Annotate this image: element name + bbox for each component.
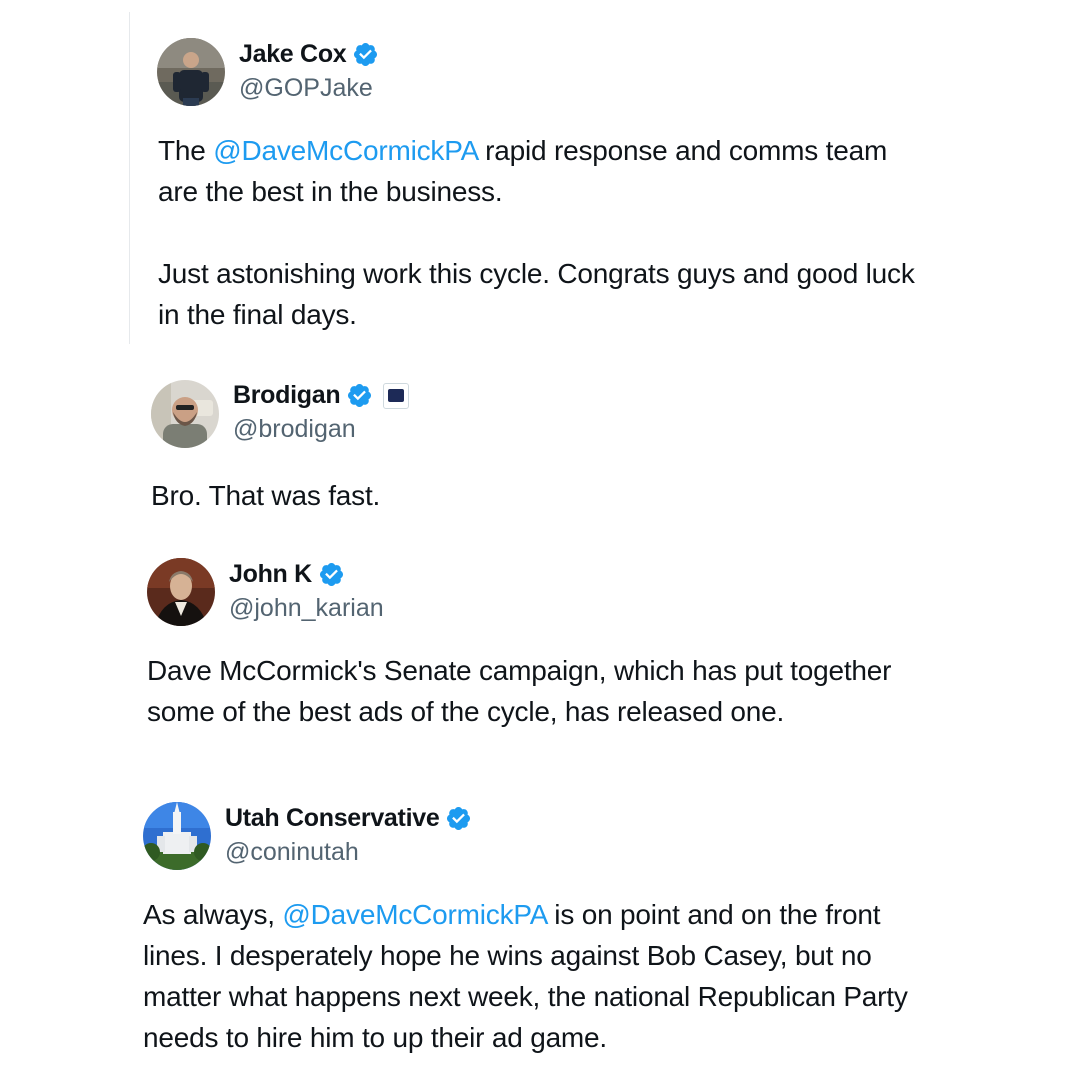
profile-photo-portrait-painting-icon	[147, 558, 215, 626]
tweet-text: Bro. That was fast.	[151, 480, 381, 511]
mention-link[interactable]: @DaveMcCormickPA	[213, 135, 478, 166]
tweet-text: Dave McCormick's Senate campaign, which …	[147, 655, 892, 727]
user-handle[interactable]: @coninutah	[225, 838, 359, 867]
tweet-text: As always, @DaveMcCormickPA is on point …	[143, 899, 908, 1053]
profile-photo-man-icon	[157, 38, 225, 106]
profile-photo-bearded-man-icon	[151, 380, 219, 448]
mention-link[interactable]: @DaveMcCormickPA	[282, 899, 547, 930]
verified-badge-icon	[318, 561, 345, 588]
verified-badge-icon	[346, 382, 373, 409]
display-name[interactable]: Brodigan	[233, 381, 341, 410]
user-handle[interactable]: @john_karian	[229, 594, 384, 623]
quote-divider-line	[129, 12, 130, 344]
tweet-text: The @DaveMcCormickPA rapid response and …	[158, 135, 915, 330]
verified-badge-icon	[445, 805, 472, 832]
display-name[interactable]: John K	[229, 560, 312, 589]
profile-photo-temple-icon	[143, 802, 211, 870]
verified-badge-icon	[352, 41, 379, 68]
avatar-john-k[interactable]	[147, 558, 215, 626]
display-name[interactable]: Utah Conservative	[225, 804, 440, 833]
user-handle[interactable]: @GOPJake	[239, 74, 373, 103]
avatar-utah-conservative[interactable]	[143, 802, 211, 870]
avatar-brodigan[interactable]	[151, 380, 219, 448]
affiliation-badge-icon[interactable]	[383, 382, 410, 409]
avatar-jake-cox[interactable]	[157, 38, 225, 106]
user-handle[interactable]: @brodigan	[233, 415, 356, 444]
display-name[interactable]: Jake Cox	[239, 40, 347, 69]
